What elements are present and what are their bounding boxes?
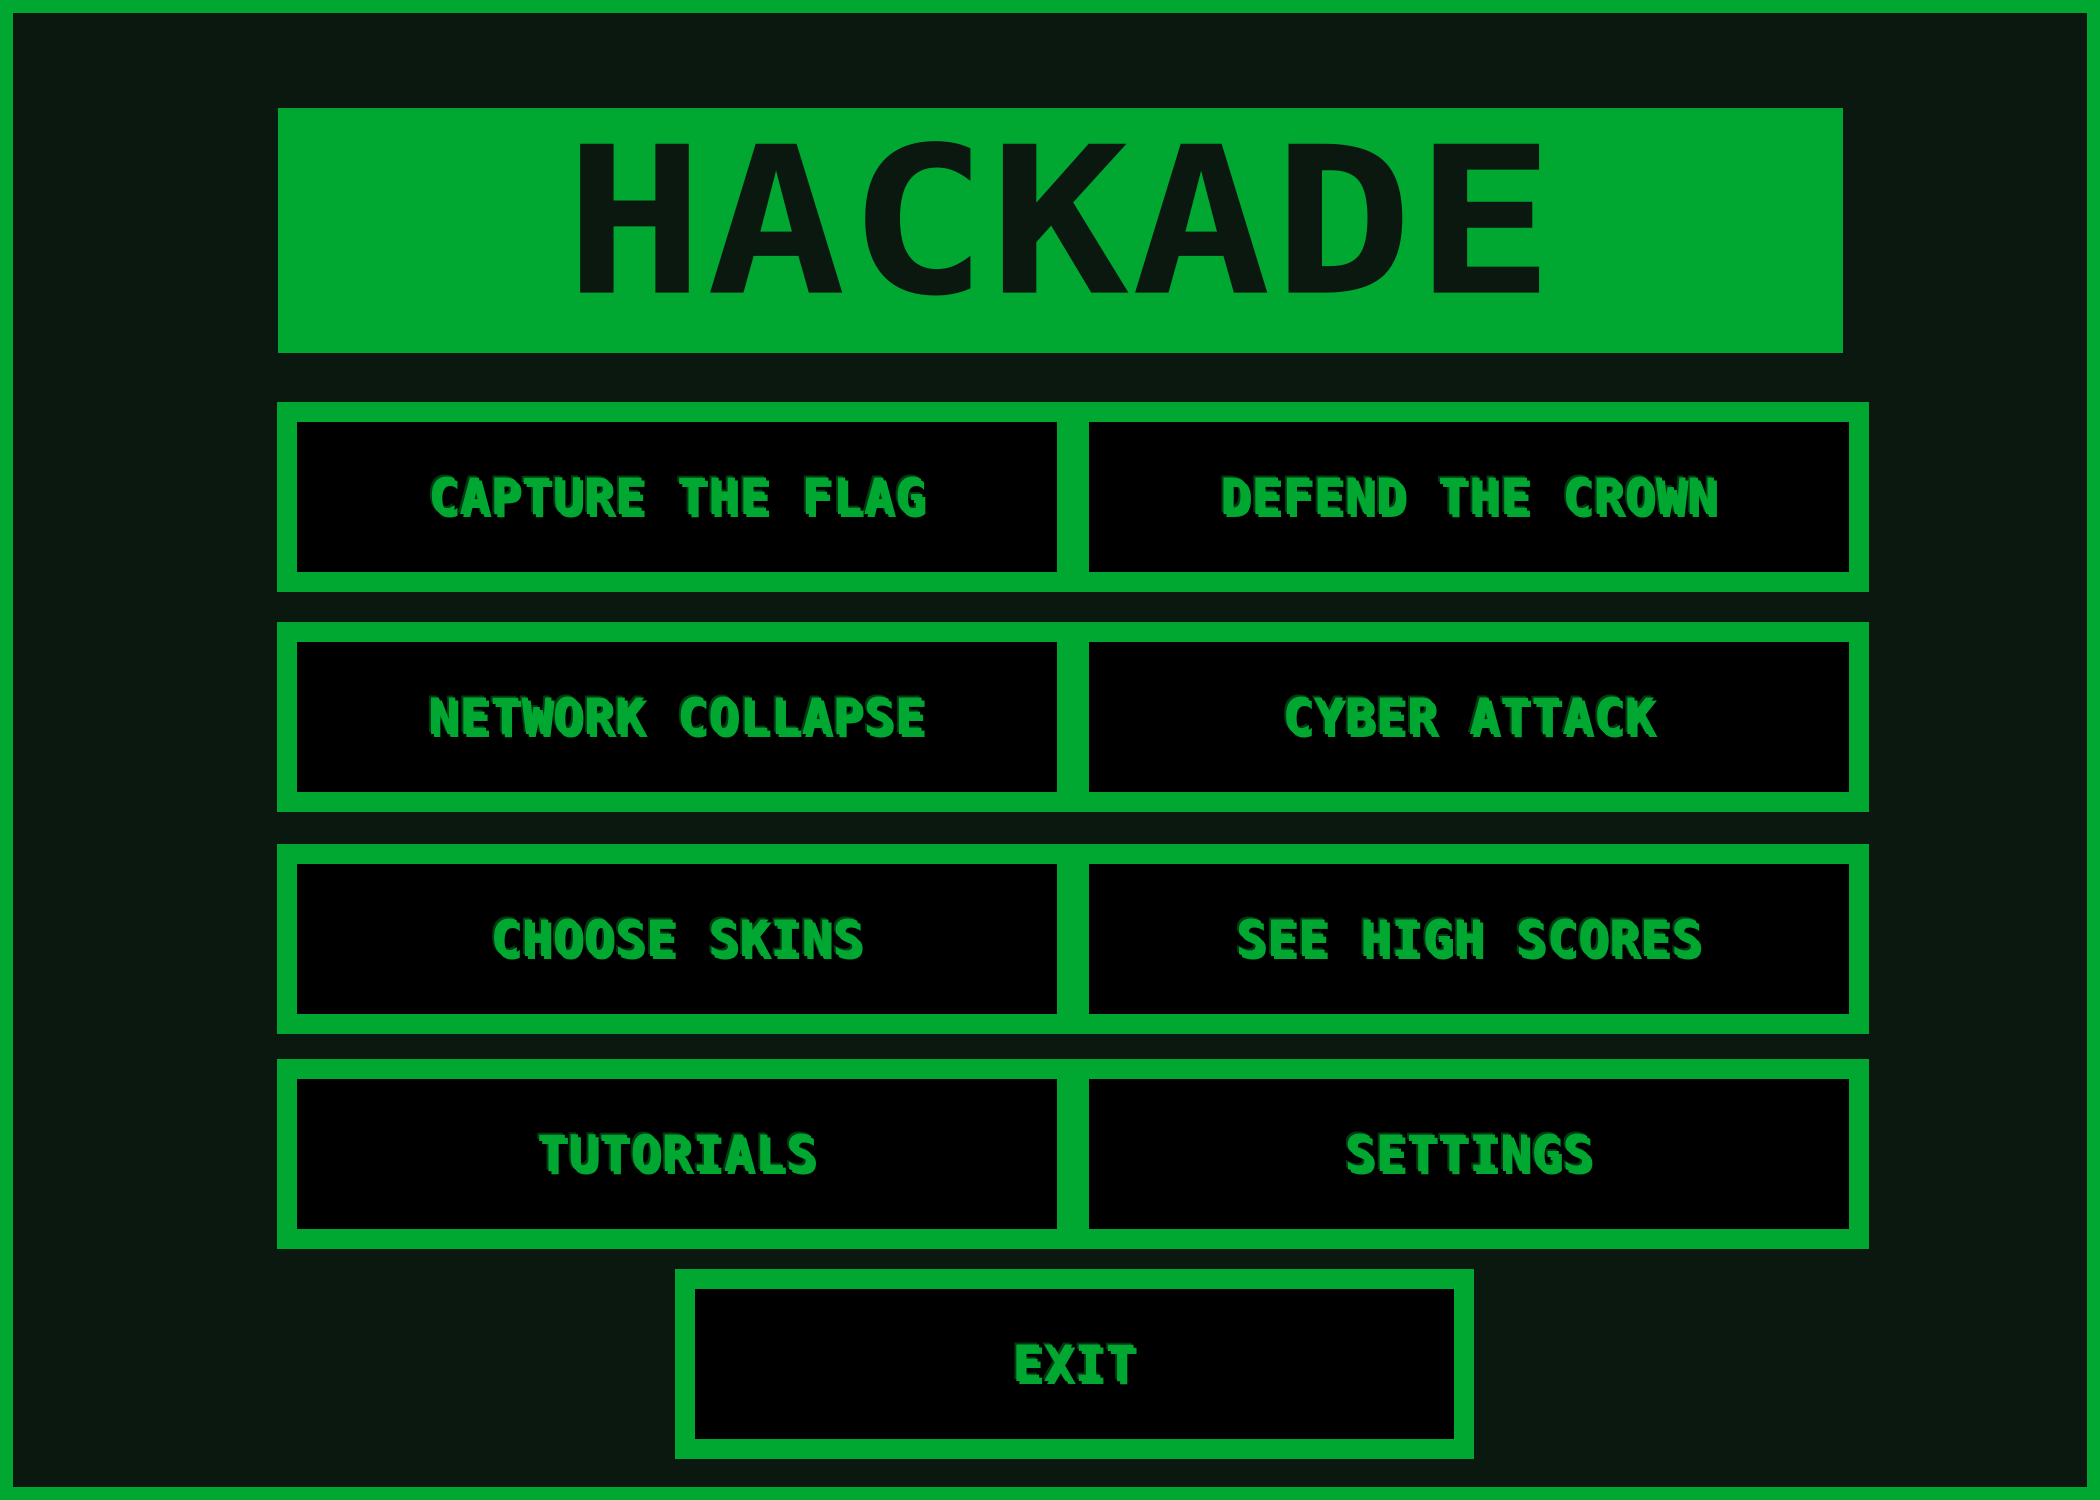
game-title-banner: HACKADE <box>278 108 1843 353</box>
button-label: EXIT <box>1011 1334 1137 1395</box>
game-title: HACKADE <box>564 102 1557 341</box>
button-label: CHOOSE SKINS <box>489 909 864 970</box>
settings-button[interactable]: SETTINGS <box>1069 1059 1869 1249</box>
button-label: CYBER ATTACK <box>1281 687 1656 748</box>
button-label: SEE HIGH SCORES <box>1234 909 1703 970</box>
see-high-scores-button[interactable]: SEE HIGH SCORES <box>1069 844 1869 1034</box>
button-label: NETWORK COLLAPSE <box>427 687 927 748</box>
button-label: TUTORIALS <box>536 1124 818 1185</box>
exit-button[interactable]: EXIT <box>675 1269 1474 1459</box>
cyber-attack-button[interactable]: CYBER ATTACK <box>1069 622 1869 812</box>
tutorials-button[interactable]: TUTORIALS <box>277 1059 1077 1249</box>
button-label: SETTINGS <box>1343 1124 1594 1185</box>
game-screen: HACKADE CAPTURE THE FLAG DEFEND THE CROW… <box>13 13 2087 1487</box>
capture-the-flag-button[interactable]: CAPTURE THE FLAG <box>277 402 1077 592</box>
button-label: CAPTURE THE FLAG <box>427 467 927 528</box>
choose-skins-button[interactable]: CHOOSE SKINS <box>277 844 1077 1034</box>
network-collapse-button[interactable]: NETWORK COLLAPSE <box>277 622 1077 812</box>
defend-the-crown-button[interactable]: DEFEND THE CROWN <box>1069 402 1869 592</box>
button-label: DEFEND THE CROWN <box>1219 467 1719 528</box>
